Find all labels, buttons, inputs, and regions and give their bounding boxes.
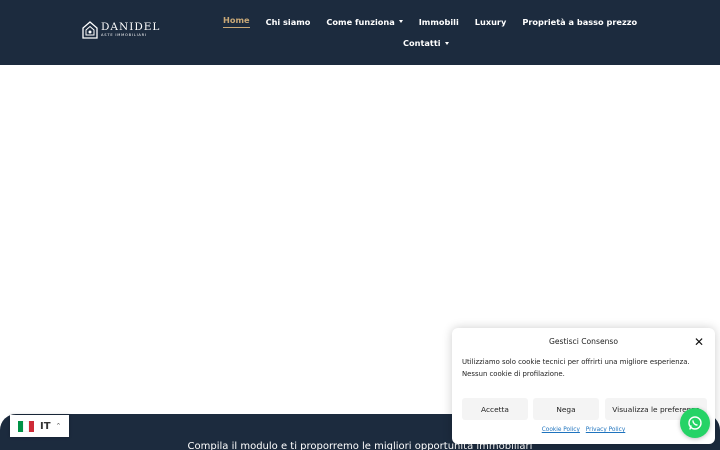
nav-label: Luxury — [474, 16, 507, 27]
deny-button[interactable]: Nega — [533, 398, 599, 420]
nav-item-immobili[interactable]: Immobili — [419, 17, 459, 27]
chevron-up-icon: ⌃ — [55, 422, 62, 430]
cookie-title: Gestisci Consenso — [548, 337, 619, 346]
nav-item-contatti[interactable]: Contatti — [403, 38, 449, 48]
nav-item-basso-prezzo[interactable]: Proprietà a basso prezzo — [522, 17, 637, 27]
nav-item-come-funziona[interactable]: Come funziona — [326, 16, 403, 27]
page: DANIDEL ASTE IMMOBILIARI Home Chi siamo … — [0, 0, 720, 450]
close-icon[interactable]: ✕ — [694, 335, 704, 349]
whatsapp-icon — [688, 416, 702, 430]
logo-tagline: ASTE IMMOBILIARI — [101, 32, 147, 37]
cookie-policy-link[interactable]: Cookie Policy — [542, 427, 580, 433]
main-nav: Home Chi siamo Come funziona Immobili Lu… — [223, 15, 653, 28]
nav-item-chi-siamo[interactable]: Chi siamo — [266, 17, 311, 27]
main-nav-row2: Contatti — [403, 38, 449, 48]
nav-label: Chi siamo — [265, 16, 311, 27]
cookie-links: Cookie Policy Privacy Policy — [452, 427, 715, 433]
nav-label: Home — [223, 15, 250, 25]
flag-stripe-red — [28, 420, 34, 432]
nav-label: Contatti — [403, 38, 441, 48]
nav-label: Immobili — [418, 16, 459, 27]
nav-label: Proprietà a basso prezzo — [522, 16, 638, 27]
italy-flag-icon — [18, 420, 34, 432]
whatsapp-button[interactable] — [680, 408, 710, 438]
caret-down-icon — [398, 20, 403, 23]
caret-down-icon — [444, 41, 449, 45]
cookie-consent-dialog: Gestisci Consenso ✕ Utilizziamo solo coo… — [452, 328, 715, 444]
language-selector[interactable]: IT ⌃ — [10, 415, 69, 437]
nav-item-home[interactable]: Home — [223, 15, 250, 28]
site-logo[interactable]: DANIDEL ASTE IMMOBILIARI — [82, 21, 160, 39]
house-logo-icon — [82, 21, 98, 39]
logo-name: DANIDEL — [101, 21, 161, 34]
language-code: IT — [40, 420, 51, 432]
accept-button[interactable]: Accetta — [462, 398, 528, 420]
cookie-message: Utilizziamo solo cookie tecnici per offr… — [462, 358, 690, 378]
privacy-policy-link[interactable]: Privacy Policy — [586, 427, 626, 433]
nav-label: Come funziona — [326, 16, 395, 27]
site-header: DANIDEL ASTE IMMOBILIARI Home Chi siamo … — [0, 0, 720, 65]
nav-item-luxury[interactable]: Luxury — [475, 17, 507, 27]
